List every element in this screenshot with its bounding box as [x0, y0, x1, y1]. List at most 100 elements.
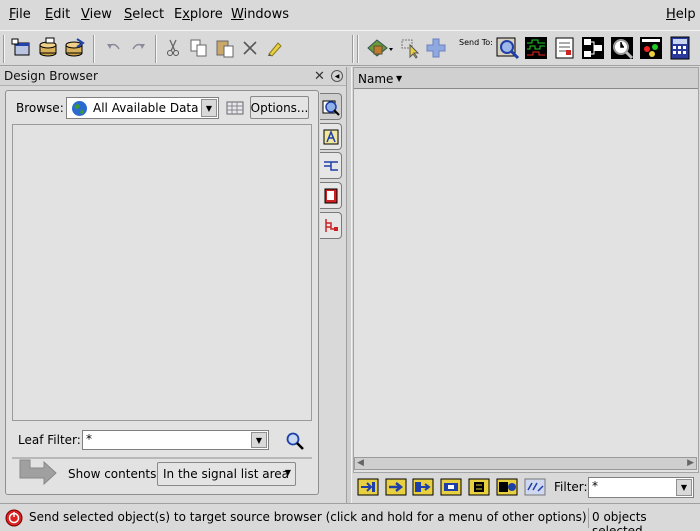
search-button[interactable]: [285, 431, 305, 451]
menu-view[interactable]: View: [81, 7, 112, 22]
menu-explore[interactable]: Explore: [174, 7, 223, 22]
toolbar-separator: [93, 35, 95, 63]
arrow-in-box-icon: [357, 478, 379, 496]
register-window-icon: [555, 37, 574, 59]
highlight-button[interactable]: [262, 36, 286, 60]
scroll-right-icon[interactable]: ▶: [687, 458, 694, 468]
redo-icon: [132, 43, 145, 50]
options-button[interactable]: Options...: [250, 96, 309, 119]
scroll-left-icon[interactable]: ◀: [357, 458, 364, 468]
design-tree[interactable]: [12, 124, 312, 421]
open-database-button[interactable]: [36, 36, 60, 60]
browse-value: All Available Data: [93, 101, 199, 115]
show-contents-arrow-icon: [19, 459, 57, 486]
browse-settings-button[interactable]: [226, 100, 244, 116]
register-small-icon: [468, 478, 490, 496]
pointer-icon: [401, 39, 420, 59]
leaf-filter-value: *: [86, 432, 92, 446]
database-icon: [39, 37, 57, 57]
new-window-icon: [11, 38, 30, 56]
send-to-label: Send To:: [459, 38, 493, 47]
add-to-list-button[interactable]: [384, 477, 408, 497]
chevron-down-icon[interactable]: ▼: [201, 99, 217, 117]
horizontal-scrollbar[interactable]: ◀ ▶: [354, 457, 697, 470]
send-to-calculator-button[interactable]: [668, 36, 692, 60]
stop-icon[interactable]: [5, 509, 23, 527]
schematic-icon: [582, 37, 604, 59]
add-to-schematic-button[interactable]: [439, 477, 463, 497]
redo-button[interactable]: [127, 36, 151, 60]
filter-combo[interactable]: * ▼: [588, 477, 694, 498]
new-window-button[interactable]: [10, 36, 34, 60]
undo-icon: [107, 43, 120, 50]
send-to-register-button[interactable]: [553, 36, 577, 60]
add-to-expression-button[interactable]: [523, 477, 547, 497]
paste-button[interactable]: [213, 36, 237, 60]
show-contents-value: In the signal list area: [163, 467, 289, 481]
browse-combo[interactable]: All Available Data ▼: [66, 97, 219, 119]
design-browser-title: Design Browser: [4, 69, 98, 83]
add-button[interactable]: [424, 36, 448, 60]
add-to-register-button[interactable]: [467, 477, 491, 497]
undock-panel-icon[interactable]: ◀: [331, 70, 343, 82]
memory-icon: [496, 478, 518, 496]
main-toolbar: Send To:: [0, 30, 700, 66]
waveform-icon: [525, 37, 547, 59]
menu-edit[interactable]: Edit: [45, 7, 70, 22]
design-browser-header: Design Browser ✕ ◀: [0, 67, 347, 86]
menu-select[interactable]: Select: [124, 7, 164, 22]
tab-browser[interactable]: [320, 93, 342, 120]
tab-bookmarks[interactable]: [320, 182, 342, 209]
chevron-down-icon[interactable]: ▼: [251, 432, 267, 448]
filter-grid-icon: [226, 101, 244, 115]
toolbar-separator: [357, 35, 359, 63]
globe-icon: [72, 101, 87, 116]
copy-button[interactable]: [187, 36, 211, 60]
search-icon: [286, 432, 304, 450]
send-to-waveform-button[interactable]: [524, 36, 548, 60]
scissors-icon: [167, 39, 179, 56]
close-panel-icon[interactable]: ✕: [314, 69, 325, 84]
menu-help[interactable]: Help: [666, 7, 696, 22]
add-to-waveform-button[interactable]: [356, 477, 380, 497]
leaf-filter-combo[interactable]: * ▼: [82, 430, 269, 450]
send-to-source-browser-button[interactable]: [496, 36, 520, 60]
expression-icon: [524, 478, 546, 496]
tab-connectivity[interactable]: [320, 152, 342, 179]
select-signals-button[interactable]: [398, 36, 422, 60]
save-database-button[interactable]: [62, 36, 86, 60]
filter-label: Filter:: [554, 480, 588, 494]
add-to-memory-button[interactable]: [495, 477, 519, 497]
clock-search-icon: [611, 37, 634, 60]
panel-splitter[interactable]: [346, 67, 352, 503]
send-to-transaction-button[interactable]: [610, 36, 634, 60]
name-column-header[interactable]: Name ▼: [354, 68, 698, 89]
show-contents-dropdown[interactable]: In the signal list area ▼: [157, 462, 296, 486]
source-browser-icon: [496, 37, 520, 60]
add-to-group-button[interactable]: [411, 477, 435, 497]
find-tab-icon: [323, 129, 338, 144]
tree-tab-icon: [324, 218, 338, 232]
tab-search[interactable]: [320, 123, 342, 150]
toolbar-separator: [155, 35, 157, 63]
delete-button[interactable]: [238, 36, 262, 60]
tab-hierarchy[interactable]: [320, 212, 342, 239]
send-to-schematic-button[interactable]: [581, 36, 605, 60]
filter-value: *: [592, 479, 598, 493]
save-database-icon: [65, 38, 85, 57]
send-to-fsm-button[interactable]: [639, 36, 663, 60]
toolbar-separator: [352, 35, 354, 63]
state-machine-icon: [640, 37, 662, 59]
menu-file[interactable]: File: [9, 7, 31, 22]
chevron-down-icon[interactable]: ▼: [676, 479, 692, 496]
hierarchy-button[interactable]: [364, 36, 396, 60]
sort-down-icon: ▼: [396, 74, 403, 83]
object-list[interactable]: Name ▼: [353, 67, 699, 473]
plus-icon: [426, 38, 446, 58]
cut-button[interactable]: [161, 36, 185, 60]
menubar: File Edit View Select Explore Windows He…: [0, 0, 700, 30]
undo-button[interactable]: [101, 36, 125, 60]
browser-tab-icon: [322, 100, 340, 116]
menu-windows[interactable]: Windows: [231, 7, 289, 22]
toolbar-grip: [3, 35, 5, 63]
